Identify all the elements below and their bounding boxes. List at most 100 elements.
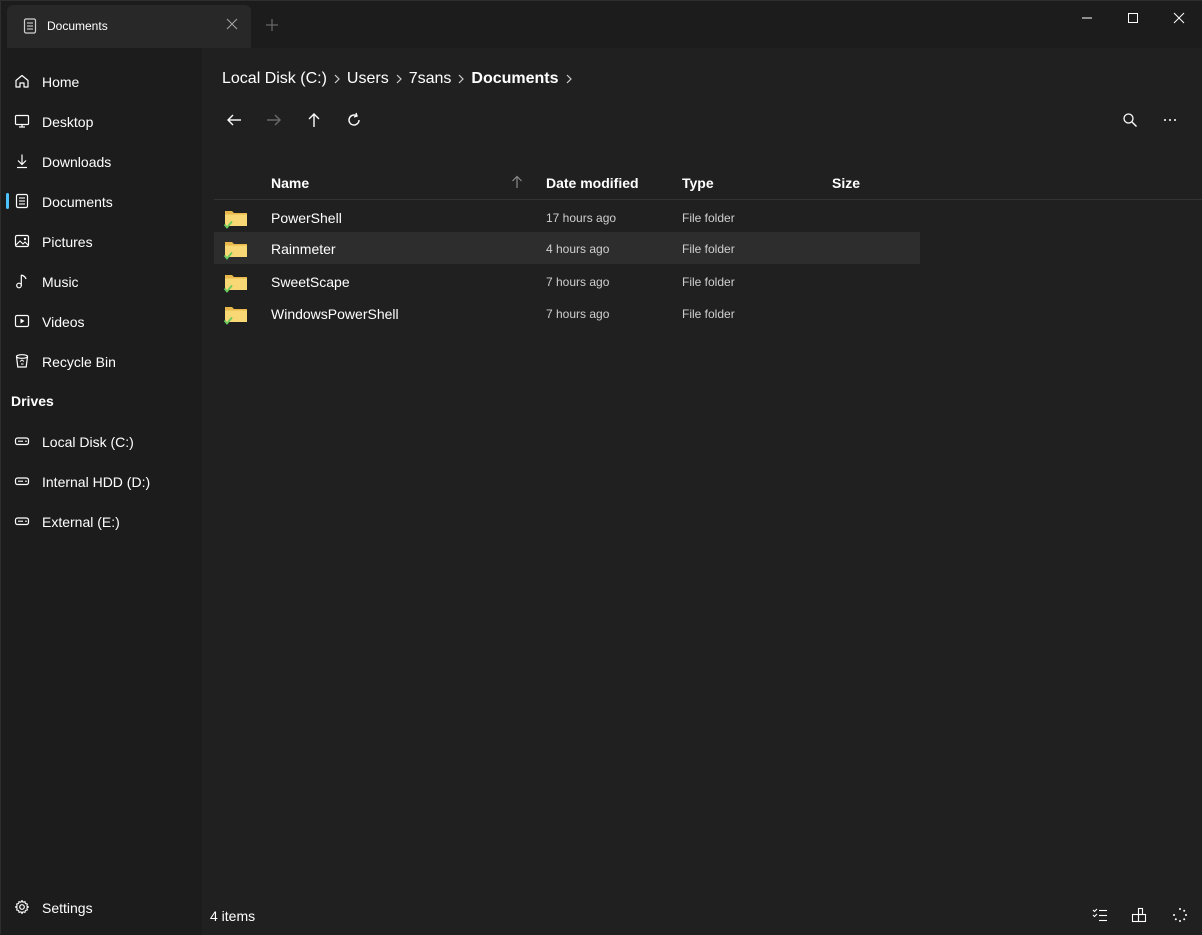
chevron-right-icon: [389, 72, 409, 86]
sidebar-item-downloads[interactable]: Downloads: [1, 141, 202, 181]
loading-icon: [1173, 908, 1187, 922]
picture-icon: [14, 234, 30, 248]
sidebar-item-label: Downloads: [42, 154, 112, 170]
sidebar-item-label: External (E:): [42, 514, 120, 530]
sidebar-item-label: Pictures: [42, 234, 93, 250]
sidebar-item-documents[interactable]: Documents: [1, 181, 202, 221]
drive-icon: [14, 437, 30, 446]
up-button[interactable]: [302, 108, 326, 132]
sidebar-item-label: Internal HDD (D:): [42, 474, 151, 490]
column-header-date[interactable]: Date modified: [546, 175, 639, 191]
title-bar: Documents: [1, 1, 1202, 48]
tab-title: Documents: [47, 19, 108, 33]
home-icon: [15, 74, 29, 88]
file-type: File folder: [682, 275, 735, 289]
minimize-button[interactable]: [1064, 1, 1110, 35]
forward-button[interactable]: [262, 108, 286, 132]
maximize-icon: [1128, 13, 1138, 23]
back-arrow-icon: [227, 114, 241, 126]
chevron-right-icon[interactable]: [559, 72, 579, 86]
table-row[interactable]: WindowsPowerShell 7 hours ago File folde…: [214, 297, 920, 329]
multi-select-icon: [1092, 908, 1107, 922]
breadcrumb: Local Disk (C:) Users 7sans Documents: [222, 68, 579, 90]
layout-button[interactable]: [1127, 903, 1151, 927]
drive-icon: [14, 477, 30, 486]
sidebar-item-recycle-bin[interactable]: Recycle Bin: [1, 341, 202, 381]
sidebar-item-drive-e[interactable]: External (E:): [1, 501, 202, 541]
back-button[interactable]: [222, 108, 246, 132]
more-icon: [1164, 119, 1176, 121]
sidebar-item-label: Home: [42, 74, 80, 90]
breadcrumb-item-local-disk[interactable]: Local Disk (C:): [222, 70, 327, 88]
settings-button[interactable]: Settings: [1, 887, 202, 927]
file-date-modified: 7 hours ago: [546, 307, 610, 321]
sidebar-item-music[interactable]: Music: [1, 261, 202, 301]
file-date-modified: 4 hours ago: [546, 242, 610, 256]
chevron-right-icon: [327, 72, 347, 86]
close-window-button[interactable]: [1156, 1, 1202, 35]
file-type: File folder: [682, 211, 735, 225]
sidebar-item-pictures[interactable]: Pictures: [1, 221, 202, 261]
breadcrumb-item-documents[interactable]: Documents: [471, 70, 558, 88]
sidebar-item-label: Recycle Bin: [42, 354, 116, 370]
file-name: SweetScape: [271, 274, 350, 290]
sidebar-item-drive-c[interactable]: Local Disk (C:): [1, 421, 202, 461]
refresh-button[interactable]: [342, 108, 366, 132]
up-arrow-icon: [308, 113, 320, 127]
minimize-icon: [1082, 17, 1092, 19]
breadcrumb-item-7sans[interactable]: 7sans: [409, 70, 452, 88]
refresh-icon: [348, 112, 360, 126]
close-tab-icon[interactable]: [225, 17, 239, 31]
folder-icon: [223, 211, 247, 229]
download-icon: [17, 154, 27, 169]
file-type: File folder: [682, 242, 735, 256]
file-type: File folder: [682, 307, 735, 321]
sidebar-item-label: Documents: [42, 194, 113, 210]
sidebar-item-desktop[interactable]: Desktop: [1, 101, 202, 141]
table-row[interactable]: SweetScape 7 hours ago File folder: [214, 265, 920, 297]
document-icon: [23, 18, 37, 34]
tab-documents[interactable]: Documents: [7, 5, 251, 48]
column-header-size[interactable]: Size: [832, 175, 860, 191]
column-header-type[interactable]: Type: [682, 175, 714, 191]
table-row[interactable]: PowerShell 17 hours ago File folder: [214, 201, 920, 233]
table-row[interactable]: Rainmeter 4 hours ago File folder: [214, 232, 920, 264]
header-divider: [214, 199, 1202, 200]
breadcrumb-item-users[interactable]: Users: [347, 70, 389, 88]
chevron-right-icon: [451, 72, 471, 86]
more-button[interactable]: [1158, 108, 1182, 132]
sidebar-item-videos[interactable]: Videos: [1, 301, 202, 341]
drives-header: Drives: [11, 393, 54, 409]
main-content: Local Disk (C:) Users 7sans Documents Na…: [202, 48, 1202, 935]
plus-icon[interactable]: [265, 18, 279, 32]
sidebar-item-drive-d[interactable]: Internal HDD (D:): [1, 461, 202, 501]
video-icon: [14, 314, 30, 328]
file-name: PowerShell: [271, 210, 342, 226]
column-header-name[interactable]: Name: [271, 175, 309, 191]
search-button[interactable]: [1118, 108, 1142, 132]
drive-icon: [14, 517, 30, 526]
layout-icon: [1131, 907, 1147, 923]
folder-icon: [223, 242, 247, 260]
sidebar-item-label: Desktop: [42, 114, 94, 130]
gear-icon: [14, 899, 30, 915]
sidebar: Home Desktop Downloads Documents Picture…: [1, 48, 202, 935]
maximize-button[interactable]: [1110, 1, 1156, 35]
sort-ascending-icon[interactable]: [510, 175, 524, 189]
document-icon: [15, 193, 29, 209]
sidebar-item-label: Videos: [42, 314, 85, 330]
file-explorer-window: Documents Home Desktop Downloads Documen…: [0, 0, 1202, 935]
file-name: WindowsPowerShell: [271, 306, 399, 322]
music-icon: [16, 274, 27, 289]
close-icon: [1173, 12, 1185, 24]
multi-select-button[interactable]: [1088, 903, 1112, 927]
file-name: Rainmeter: [271, 241, 336, 257]
desktop-icon: [14, 114, 30, 128]
folder-icon: [223, 275, 247, 293]
sidebar-item-label: Music: [42, 274, 79, 290]
item-count: 4 items: [210, 908, 256, 924]
settings-label: Settings: [42, 900, 93, 916]
loading-indicator: [1168, 903, 1192, 927]
sidebar-item-home[interactable]: Home: [1, 61, 202, 101]
forward-arrow-icon: [267, 114, 281, 126]
